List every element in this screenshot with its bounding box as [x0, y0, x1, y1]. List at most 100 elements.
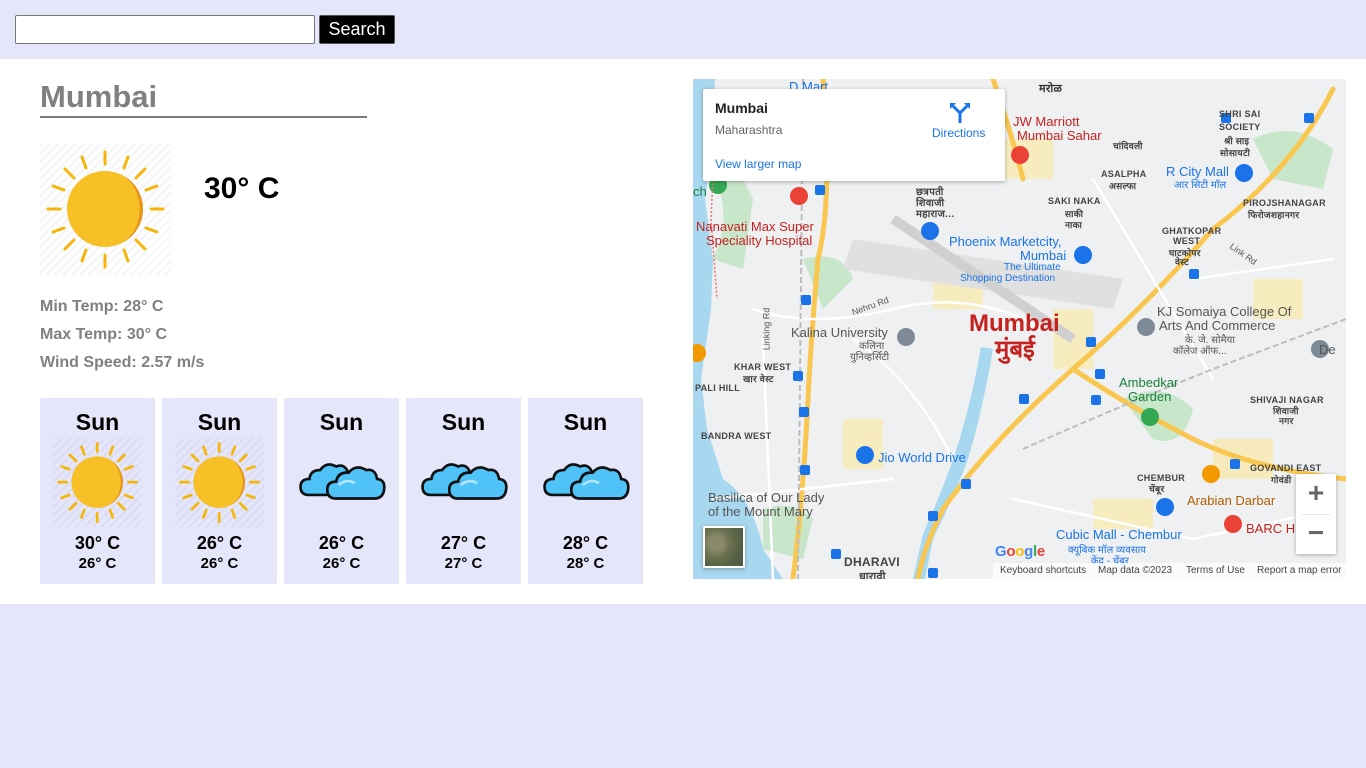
map-label-cubic: Cubic Mall - Chembur [1056, 527, 1182, 542]
map-label-govandi-mr: गोवंडी [1271, 475, 1292, 485]
map-label-kharwest-mr: खार वेस्ट [743, 374, 774, 384]
map-label-phoenix2: Mumbai [1020, 248, 1067, 263]
forecast-card: Sun 28° C 28° C [528, 398, 643, 584]
forecast-card: Sun 27° C 27° C [406, 398, 521, 584]
weather-stats: Min Temp: 28° C Max Temp: 30° C Wind Spe… [40, 297, 204, 381]
google-logo: Google [995, 543, 1045, 560]
map-label-city-mr: मुंबई [995, 336, 1035, 363]
map-label-palihill: PALI HILL [695, 383, 741, 393]
satellite-toggle[interactable] [703, 526, 745, 568]
map-label-nanavati: Nanavati Max Super [696, 219, 814, 234]
map-label-ambedkar2: Garden [1128, 389, 1172, 404]
map-info-subtitle: Maharashtra [715, 123, 783, 137]
forecast-day: Sun [319, 409, 364, 435]
map-label-phoenix4: Shopping Destination [960, 273, 1056, 284]
map-label-jio: Jio World Drive [878, 450, 966, 465]
sun-icon [40, 144, 171, 275]
weather-panel: Mumbai 30° C Min Temp: 28° C Max Temp: 3… [0, 59, 1366, 604]
map-label-linking-rd: Linking Rd [761, 307, 772, 351]
search-bar: Search [0, 0, 1366, 59]
map-label-rcity-mr: आर सिटी मॉल [1174, 180, 1227, 191]
map-label-kharwest: KHAR WEST [734, 362, 792, 372]
map-label-nanavati2: Speciality Hospital [706, 233, 813, 248]
report-map-error-link[interactable]: Report a map error [1257, 563, 1341, 579]
map-label-phoenix: Phoenix Marketcity, [949, 234, 1062, 249]
directions-link[interactable]: Directions [932, 126, 985, 140]
forecast-min: 26° C [200, 555, 239, 572]
forecast-day: Sun [75, 409, 120, 435]
zoom-out-button[interactable]: − [1296, 514, 1336, 554]
forecast-max: 30° C [74, 533, 121, 553]
map-label-basilica: Basilica of Our Lady [708, 490, 825, 505]
forecast-card: Sun 30° C 26° C [40, 398, 155, 584]
forecast-min: 26° C [322, 555, 361, 572]
map-label-ghatkopar: GHATKOPAR [1162, 226, 1222, 236]
forecast-day: Sun [563, 409, 608, 435]
map-label-arabian: Arabian Darbar [1187, 493, 1276, 508]
map-label-chandivali: चांदिवली [1113, 141, 1143, 151]
forecast-card: Sun 26° C 26° C [162, 398, 277, 584]
forecast-card: Sun 26° C 26° C [284, 398, 399, 584]
map-label-somaiya: KJ Somaiya College Of [1157, 304, 1292, 319]
forecast-max: 26° C [196, 533, 243, 553]
map-label-basilica2: of the Mount Mary [708, 504, 813, 519]
city-title: Mumbai [40, 79, 367, 118]
map-label-pirojshanagar: PIROJSHANAGAR [1243, 198, 1326, 208]
forecast-max: 27° C [440, 533, 487, 553]
map-label-city: Mumbai [969, 310, 1060, 337]
search-button[interactable]: Search [319, 15, 395, 44]
map-label-sakinaka-mr2: नाका [1065, 220, 1083, 230]
map-label-barc: BARC H [1246, 521, 1296, 536]
map-label-shrisai-mr2: सोसायटी [1220, 148, 1251, 158]
map-label-somaiya4: कॉलेज ऑफ... [1173, 346, 1227, 357]
map-footer: Keyboard shortcuts Map data ©2023 Terms … [993, 563, 1346, 579]
map-label-somaiya2: Arts And Commerce [1159, 318, 1276, 333]
view-larger-map-link[interactable]: View larger map [715, 157, 801, 171]
map-label-sakinaka: SAKI NAKA [1048, 196, 1101, 206]
map-label-shivajinagar-mr2: नगर [1279, 416, 1294, 426]
map-label-ghatkopar2: WEST [1173, 236, 1201, 246]
directions-icon[interactable] [949, 101, 971, 123]
forecast-day: Sun [441, 409, 486, 435]
map-label-dharavi-mr: धारावी [859, 571, 886, 579]
wind-speed: Wind Speed: 2.57 m/s [40, 354, 205, 371]
terms-of-use-link[interactable]: Terms of Use [1186, 563, 1245, 579]
map-info-title: Mumbai [715, 100, 768, 116]
cloud-icon [297, 438, 386, 527]
forecast-min: 28° C [566, 555, 605, 572]
max-temp: Max Temp: 30° C [40, 326, 168, 343]
map-label-chhatrapati3: महाराज... [916, 209, 955, 220]
forecast-day: Sun [197, 409, 242, 435]
map-label-ch: ch [693, 184, 707, 199]
map-label-dharavi: DHARAVI [844, 555, 900, 569]
map-label-marriott2: Mumbai Sahar [1017, 128, 1102, 143]
forecast-max: 26° C [318, 533, 365, 553]
map-label-shrisai2: SOCIETY [1219, 122, 1261, 132]
cloud-icon [541, 438, 630, 527]
map-info-card: Mumbai Maharashtra View larger map Direc… [703, 89, 1005, 181]
map-label-marriott: JW Marriott [1013, 114, 1080, 129]
current-temp: 30° C [204, 172, 280, 205]
keyboard-shortcuts-link[interactable]: Keyboard shortcuts [1000, 563, 1086, 579]
map-label-kalina-mr2: युनिव्हर्सिटी [850, 352, 890, 363]
map-label-pirojshanagar-mr: फिरोजशहानगर [1248, 210, 1300, 220]
map-label-bandrawest: BANDRA WEST [701, 431, 772, 441]
sun-icon [175, 438, 264, 527]
map-label-marol: मरोळ [1039, 83, 1063, 95]
map-label-ghatkopar-mr2: वेस्ट [1175, 257, 1189, 267]
map-label-de: De [1319, 342, 1336, 357]
map-embed[interactable]: D Mart मरोळ JW Marriott Mumbai Sahar SHR… [693, 79, 1346, 579]
zoom-in-button[interactable]: + [1296, 474, 1336, 514]
map-label-asalpha-mr: असल्फा [1109, 181, 1137, 191]
map-label-ambedkar: Ambedkar [1119, 375, 1179, 390]
search-input[interactable] [15, 15, 315, 44]
map-label-shrisai: SHRI SAI [1219, 109, 1261, 119]
map-label-phoenix3: The Ultimate [1004, 262, 1061, 273]
map-zoom-control: + − [1296, 474, 1336, 554]
min-temp: Min Temp: 28° C [40, 298, 164, 315]
map-label-chembur-mr: चेंबूर [1149, 484, 1165, 494]
forecast-min: 26° C [78, 555, 117, 572]
sun-icon [53, 438, 142, 527]
cloud-icon [419, 438, 508, 527]
map-data-label: Map data ©2023 [1098, 565, 1173, 576]
